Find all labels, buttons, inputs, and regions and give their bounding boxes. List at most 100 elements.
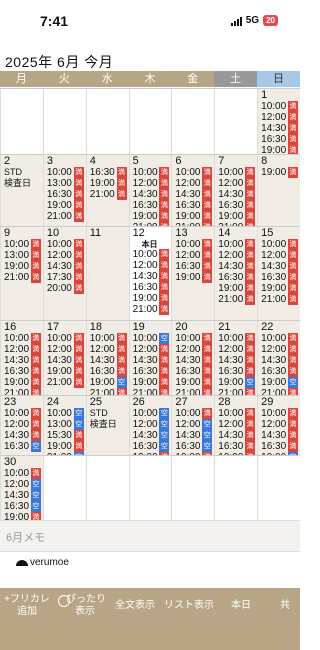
time-slot: 10:00	[175, 333, 201, 344]
calendar-day[interactable]: 15 10:00 12:00 14:30 16:30 19:00 21:00 満満満満満満	[257, 227, 300, 320]
memo-field[interactable]: 6月メモ	[0, 520, 300, 552]
vacant-badge: 空	[30, 501, 41, 512]
add-freecal-label-1: +フリカレ	[4, 594, 50, 605]
full-badge: 満	[245, 430, 256, 441]
time-slot: 16:30	[4, 366, 30, 377]
calendar-empty-cell	[85, 89, 129, 154]
time-slot: 12:00	[261, 250, 287, 261]
time-slot: 16:30	[132, 282, 158, 293]
calendar-day[interactable]: 710:0012:0014:3016:3019:0021:00満満満満満満	[214, 155, 258, 226]
calendar-day[interactable]: 19 10:00 12:00 14:30 16:30 19:00 21:00 空満満満満満	[128, 321, 172, 395]
calendar-day[interactable]: 4 16:30 19:00 21:00 満満満	[85, 155, 129, 226]
list-view-button[interactable]: リスト表示	[162, 588, 216, 650]
calendar-day[interactable]: 23 10:00 12:00 14:30 16:30 満満満空	[0, 396, 43, 455]
full-badge: 満	[159, 271, 170, 282]
time-slot: 12:00	[4, 419, 30, 430]
time-slot: 19:00	[89, 178, 115, 189]
calendar-day[interactable]: 11	[85, 227, 129, 320]
share-button[interactable]: 共	[280, 588, 300, 650]
day-number: 14	[218, 227, 231, 239]
calendar-day[interactable]: 16 10:00 12:00 14:30 16:30 19:00 21:00 満満満満満満	[0, 321, 43, 395]
full-badge: 満	[30, 261, 41, 272]
calendar-day[interactable]: 2710:0012:0014:3016:3019:0021:00満空空空満満	[171, 396, 215, 455]
time-slot-list: 10:0012:0014:3016:3019:0021:00	[261, 239, 286, 305]
add-freecal-button[interactable]: +フリカレ 追加	[2, 588, 52, 650]
calendar-day[interactable]: 14 10:00 12:00 14:30 16:30 19:00 21:00 満満満満満満	[214, 227, 258, 320]
calendar-day[interactable]: 2810:0012:0014:3016:3019:0021:00満満満満満満	[214, 396, 258, 455]
full-badge: 満	[116, 388, 127, 395]
full-badge: 満	[159, 167, 170, 178]
day-note-line: 検査日	[89, 419, 117, 429]
calendar-day[interactable]: 18 10:00 12:00 14:30 16:30 19:00 21:00 満満満満空満	[85, 321, 129, 395]
weekday-fri: 金	[187, 73, 199, 85]
calendar-day[interactable]: 3 10:00 13:00 16:30 19:00 21:00 満満満満満	[42, 155, 86, 226]
calendar-day[interactable]: 510:0012:0014:3016:3019:0021:00満満満満満満	[128, 155, 172, 226]
availability-badge-list: 満満満満	[30, 239, 41, 283]
time-slot: 13:00	[46, 419, 72, 430]
calendar-day[interactable]: 2910:0012:0014:3016:3019:0021:00満満満満空満	[257, 396, 300, 455]
calendar-day[interactable]: 2410:0013:0015:3019:0021:00空空満満空	[42, 396, 86, 455]
today-button[interactable]: 本日	[226, 588, 256, 650]
day-number: 5	[132, 155, 139, 167]
full-badge: 満	[30, 388, 41, 395]
day-number: 19	[132, 321, 145, 333]
calendar-day[interactable]: 20 10:00 12:00 14:30 16:30 19:00 21:00 満満満満満満	[171, 321, 215, 395]
calendar-day[interactable]: 13 10:00 12:00 16:30 19:00 満満満満	[171, 227, 215, 320]
calendar-empty-cell	[42, 89, 86, 154]
time-slot: 10:00	[218, 408, 244, 419]
full-badge: 満	[159, 355, 170, 366]
calendar-day[interactable]: 110:0012:0014:3016:3019:0021:00満満満満満満	[257, 89, 300, 154]
calendar-day[interactable]: 17 10:00 12:00 14:30 19:00 21:00 満満満満満	[42, 321, 86, 395]
time-slot: 16:30	[261, 441, 287, 452]
calendar-week: 16 10:00 12:00 14:30 16:30 19:00 21:00 満満満満満満 17…	[0, 320, 300, 395]
full-badge: 満	[73, 283, 84, 294]
full-badge: 満	[287, 134, 298, 145]
time-slot-list: 10:0012:0014:3016:3019:0021:00	[175, 408, 200, 455]
time-slot: 10:00	[4, 239, 30, 250]
calendar-day[interactable]: 8 19:00 満	[257, 155, 300, 226]
calendar-day[interactable]: 21 10:00 12:00 14:30 16:30 19:00 21:00 満満満満空満	[214, 321, 258, 395]
calendar-day[interactable]: 9 10:00 13:00 19:00 21:00 満満満満	[0, 227, 43, 320]
full-badge: 満	[287, 145, 298, 154]
full-badge: 満	[30, 272, 41, 283]
time-slot: 19:00	[89, 377, 115, 388]
full-badge: 満	[202, 167, 213, 178]
calendar-day[interactable]: 2 STD 検査日	[0, 155, 43, 226]
time-slot: 16:30	[261, 366, 287, 377]
full-badge: 満	[287, 112, 298, 123]
calendar-day[interactable]: 22 10:00 12:00 14:30 16:30 19:00 21:00 満満満満空満	[257, 321, 300, 395]
calendar-day-today[interactable]: 12 本日 10:00 12:00 14:30 16:30 19:00 21:00 満満満満満満	[128, 227, 172, 320]
time-slot: 14:30	[261, 355, 287, 366]
time-slot: 12:00	[4, 344, 30, 355]
calendar-day[interactable]: 3010:0012:0014:3016:3019:0021:00満空空空満空	[0, 456, 43, 521]
full-badge: 満	[287, 344, 298, 355]
time-slot-list: 10:00 12:00 14:30 16:30	[4, 408, 29, 452]
calendar-day[interactable]: 25 STD 検査日	[85, 396, 129, 455]
calendar-day[interactable]: 610:0012:0014:3016:3019:0021:00満満満満満満	[171, 155, 215, 226]
page-title[interactable]: 2025年 6月 今月	[5, 52, 113, 72]
availability-badge-list: 満満満満満満	[287, 239, 298, 305]
calendar-day[interactable]: 10 10:00 12:00 14:30 17:30 20:00 満満満満満	[42, 227, 86, 320]
full-badge: 満	[159, 366, 170, 377]
fit-view-button[interactable]: ぴったり 表示	[56, 588, 106, 650]
time-slot: 19:00	[175, 211, 201, 222]
fulltext-label: 全文表示	[115, 600, 155, 611]
availability-badge-list: 満満満満満満	[202, 333, 213, 395]
day-note: STD 検査日	[90, 408, 117, 430]
day-number: 30	[4, 456, 17, 468]
full-badge: 満	[202, 239, 213, 250]
time-slot: 13:00	[46, 178, 72, 189]
time-slot: 14:30	[261, 123, 287, 134]
calendar-empty-cell	[171, 89, 215, 154]
full-badge: 満	[73, 189, 84, 200]
full-badge: 満	[245, 355, 256, 366]
day-number: 2	[4, 155, 11, 167]
day-number: 18	[89, 321, 102, 333]
full-badge: 満	[159, 388, 170, 395]
full-badge: 満	[30, 333, 41, 344]
full-badge: 満	[73, 250, 84, 261]
calendar-day[interactable]: 2610:0012:0014:3016:3019:0021:00空空空空満満	[128, 396, 172, 455]
time-slot: 21:00	[261, 294, 287, 305]
time-slot: 10:00	[218, 239, 244, 250]
fulltext-button[interactable]: 全文表示	[110, 588, 160, 650]
